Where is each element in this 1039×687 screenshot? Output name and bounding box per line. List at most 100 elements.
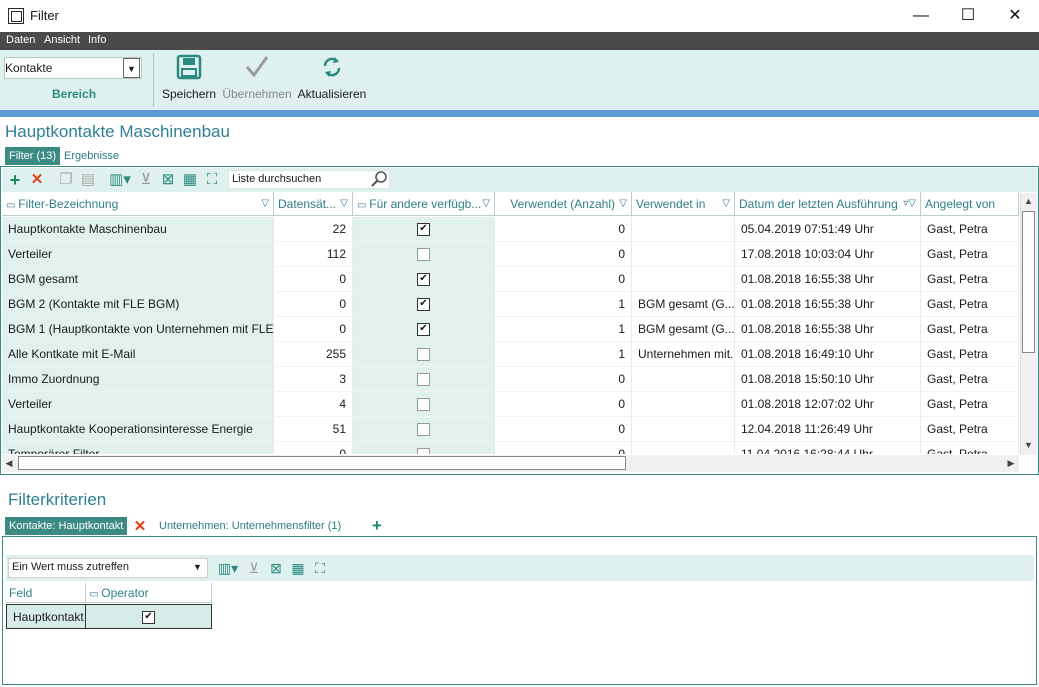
shared-checkbox[interactable]	[417, 423, 430, 437]
table-cell-used_in[interactable]	[632, 367, 735, 392]
table-cell-used[interactable]: 1	[495, 342, 632, 367]
table-cell-count[interactable]: 0	[274, 292, 353, 317]
shared-checkbox[interactable]	[417, 248, 430, 262]
shared-checkbox[interactable]: ✔	[417, 298, 430, 312]
layout-icon[interactable]: ▦	[290, 559, 306, 577]
table-cell-used[interactable]: 0	[495, 217, 632, 242]
table-cell-by[interactable]: Gast, Petra	[921, 417, 1019, 442]
table-cell-used[interactable]: 0	[495, 392, 632, 417]
operator-checkbox[interactable]: ✔	[142, 611, 155, 625]
table-cell-date[interactable]: 17.08.2018 10:03:04 Uhr	[735, 242, 921, 267]
table-cell-count[interactable]: 0	[274, 267, 353, 292]
scroll-down-icon[interactable]: ▼	[1022, 440, 1035, 450]
table-cell-name[interactable]: BGM gesamt	[2, 267, 274, 292]
criteria-field-cell[interactable]: Hauptkontakt	[6, 604, 86, 629]
table-cell-by[interactable]: Gast, Petra	[921, 242, 1019, 267]
table-cell-date[interactable]: 12.04.2018 11:26:49 Uhr	[735, 417, 921, 442]
table-cell-shared[interactable]: ✔	[353, 292, 495, 317]
table-cell-by[interactable]: Gast, Petra	[921, 367, 1019, 392]
table-cell-by[interactable]: Gast, Petra	[921, 442, 1019, 454]
table-cell-used_in[interactable]: BGM gesamt (G...	[632, 317, 735, 342]
column-header-feld[interactable]: Feld	[6, 583, 86, 603]
paste-icon[interactable]: ▤	[80, 171, 96, 189]
criteria-operator-cell[interactable]: ✔	[86, 604, 212, 629]
expand-icon[interactable]: ⛶	[204, 171, 220, 189]
column-header-verwendet-anzahl[interactable]: Verwendet (Anzahl) ▽	[495, 192, 632, 216]
table-cell-name[interactable]: BGM 2 (Kontakte mit FLE BGM)	[2, 292, 274, 317]
table-cell-date[interactable]: 01.08.2018 16:55:38 Uhr	[735, 267, 921, 292]
table-cell-used[interactable]: 0	[495, 267, 632, 292]
tab-filter[interactable]: Filter (13)	[5, 147, 61, 165]
shared-checkbox[interactable]: ✔	[417, 323, 430, 337]
maximize-button[interactable]: ☐	[945, 0, 991, 32]
table-cell-name[interactable]: Alle Kontkate mit E-Mail	[2, 342, 274, 367]
table-cell-name[interactable]: Verteiler	[2, 392, 274, 417]
menu-daten[interactable]: Daten	[6, 34, 35, 46]
table-cell-used[interactable]: 1	[495, 292, 632, 317]
shared-checkbox[interactable]	[417, 448, 430, 454]
table-cell-by[interactable]: Gast, Petra	[921, 317, 1019, 342]
horizontal-scroll-thumb[interactable]	[18, 456, 626, 470]
table-cell-used_in[interactable]	[632, 242, 735, 267]
tab-results[interactable]: Ergebnisse	[60, 147, 123, 165]
add-icon[interactable]: +	[7, 171, 23, 189]
table-cell-shared[interactable]: ✔	[353, 267, 495, 292]
table-cell-shared[interactable]	[353, 342, 495, 367]
tab-criteria-unternehmen[interactable]: Unternehmen: Unternehmensfilter (1)	[159, 520, 341, 532]
table-cell-count[interactable]: 51	[274, 417, 353, 442]
table-cell-used[interactable]: 1	[495, 317, 632, 342]
table-cell-used_in[interactable]: BGM gesamt (G...	[632, 292, 735, 317]
close-icon[interactable]: ✕	[131, 518, 149, 535]
columns-icon[interactable]: ▥▾	[216, 559, 240, 577]
table-cell-name[interactable]: BGM 1 (Hauptkontakte von Unternehmen mit…	[2, 317, 274, 342]
column-header-verwendet-in[interactable]: Verwendet in ▽	[632, 192, 735, 216]
tab-criteria-kontakte[interactable]: Kontakte: Hauptkontakt	[5, 517, 128, 535]
table-cell-used[interactable]: 0	[495, 442, 632, 454]
menu-info[interactable]: Info	[88, 34, 106, 46]
table-cell-used[interactable]: 0	[495, 242, 632, 267]
apply-button[interactable]: Übernehmen	[222, 54, 292, 106]
table-cell-by[interactable]: Gast, Petra	[921, 392, 1019, 417]
table-cell-date[interactable]: 01.08.2018 16:49:10 Uhr	[735, 342, 921, 367]
shared-checkbox[interactable]	[417, 348, 430, 362]
table-cell-date[interactable]: 11.04.2016 16:28:44 Uhr	[735, 442, 921, 454]
table-cell-used[interactable]: 0	[495, 417, 632, 442]
table-cell-used_in[interactable]	[632, 417, 735, 442]
table-cell-count[interactable]: 3	[274, 367, 353, 392]
copy-icon[interactable]: ❐	[58, 171, 74, 189]
layout-icon[interactable]: ▦	[182, 171, 198, 189]
column-header-datum[interactable]: Datum der letzten Ausführung ▿▽	[735, 192, 921, 216]
table-cell-shared[interactable]	[353, 442, 495, 454]
table-cell-by[interactable]: Gast, Petra	[921, 342, 1019, 367]
table-cell-count[interactable]: 0	[274, 317, 353, 342]
table-cell-shared[interactable]: ✔	[353, 317, 495, 342]
table-cell-used_in[interactable]	[632, 217, 735, 242]
vertical-scroll-thumb[interactable]	[1022, 211, 1035, 353]
table-cell-name[interactable]: Hauptkontakte Maschinenbau	[2, 217, 274, 242]
table-cell-count[interactable]: 112	[274, 242, 353, 267]
scroll-right-icon[interactable]: ▶	[1006, 458, 1016, 469]
refresh-button[interactable]: Aktualisieren	[297, 54, 367, 106]
table-cell-by[interactable]: Gast, Petra	[921, 292, 1019, 317]
table-cell-shared[interactable]	[353, 367, 495, 392]
column-header-bezeichnung[interactable]: ▭ Filter-Bezeichnung ▽	[2, 192, 274, 216]
table-cell-date[interactable]: 01.08.2018 12:07:02 Uhr	[735, 392, 921, 417]
table-cell-shared[interactable]	[353, 417, 495, 442]
table-cell-count[interactable]: 22	[274, 217, 353, 242]
close-button[interactable]: ✕	[992, 0, 1038, 32]
table-cell-shared[interactable]: ✔	[353, 217, 495, 242]
save-button[interactable]: Speichern	[162, 54, 216, 106]
column-header-angelegt[interactable]: Angelegt von	[921, 192, 1019, 216]
excel-export-icon[interactable]: ⊠	[160, 171, 176, 189]
clear-filter-icon[interactable]: ⊻	[138, 171, 154, 189]
shared-checkbox[interactable]: ✔	[417, 223, 430, 237]
shared-checkbox[interactable]	[417, 373, 430, 387]
table-cell-count[interactable]: 255	[274, 342, 353, 367]
column-header-verfuegbar[interactable]: ▭ Für andere verfügb... ▽	[353, 192, 495, 216]
expand-icon[interactable]: ⛶	[312, 559, 328, 577]
chevron-down-icon[interactable]: ▼	[123, 58, 140, 78]
excel-export-icon[interactable]: ⊠	[268, 559, 284, 577]
table-cell-date[interactable]: 01.08.2018 15:50:10 Uhr	[735, 367, 921, 392]
table-cell-date[interactable]: 01.08.2018 16:55:38 Uhr	[735, 317, 921, 342]
table-cell-used[interactable]: 0	[495, 367, 632, 392]
